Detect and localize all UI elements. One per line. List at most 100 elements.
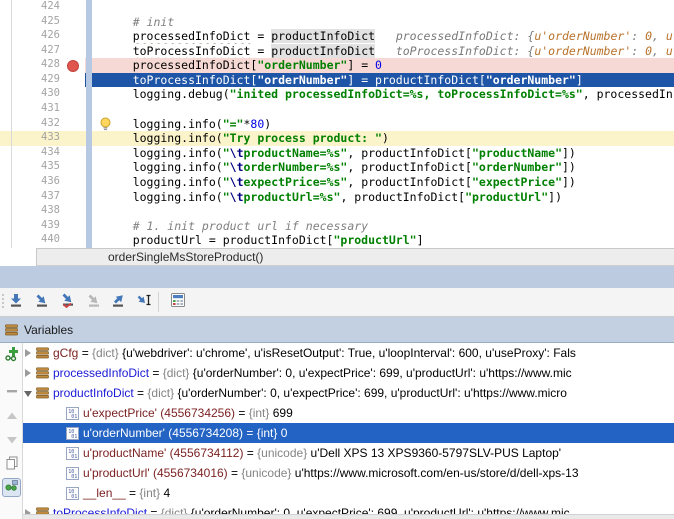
svg-text:01: 01 — [71, 494, 77, 500]
code-text[interactable]: # init — [85, 15, 674, 30]
code-text[interactable]: logging.info("="*80) — [85, 117, 674, 132]
move-down-button[interactable] — [2, 433, 21, 452]
force-step-into-button[interactable] — [84, 292, 104, 312]
gutter[interactable] — [60, 117, 85, 132]
code-text[interactable]: # 1. init product url if necessary — [85, 219, 674, 234]
code-token: expectPrice=%s" — [243, 174, 348, 189]
code-token: logging.info( — [105, 160, 223, 175]
show-execution-point-button[interactable] — [6, 292, 26, 312]
gutter[interactable] — [60, 29, 85, 44]
step-over-button[interactable] — [32, 292, 52, 312]
variable-row[interactable]: gCfg = {dict} {u'webdriver': u'chrome', … — [23, 343, 674, 363]
duplicate-watch-button[interactable] — [2, 456, 21, 475]
code-text[interactable]: logging.info("\tproductName=%s", product… — [85, 146, 674, 161]
variable-row[interactable]: 10 01 u'orderNumber' (4556734208) = {int}… — [23, 423, 674, 443]
horizontal-scrollbar[interactable] — [23, 514, 674, 519]
code-token: "orderNumber" — [485, 72, 576, 87]
gutter[interactable] — [60, 146, 85, 161]
code-line[interactable]: 434 logging.info("\tproductName=%s", pro… — [0, 146, 674, 161]
variable-row[interactable]: 10 01 u'productUrl' (4556734016) = {unico… — [23, 463, 674, 483]
code-line[interactable]: 435 logging.info("\torderNumber=%s", pro… — [0, 160, 674, 175]
move-up-button[interactable] — [2, 409, 21, 428]
gutter[interactable] — [60, 131, 85, 146]
code-text[interactable]: logging.debug("inited processedInfoDict=… — [85, 87, 674, 102]
run-to-cursor-button[interactable] — [134, 292, 154, 312]
code-text[interactable] — [85, 102, 674, 117]
step-out-icon — [110, 292, 126, 313]
gutter[interactable] — [60, 87, 85, 102]
code-text[interactable]: toProcessInfoDict["orderNumber"] = produ… — [85, 72, 674, 88]
gutter[interactable] — [60, 233, 85, 248]
variable-text: u'orderNumber' (4556734208) = {int} 0 — [83, 426, 287, 440]
variable-row[interactable]: 10 01 __len__ = {int} 4 — [23, 483, 674, 503]
code-text[interactable]: logging.info("\texpectPrice=%s", product… — [85, 175, 674, 190]
code-token: , productInfoDict[ — [347, 160, 472, 175]
evaluate-expression-button[interactable] — [168, 292, 188, 312]
code-line[interactable]: 429 toProcessInfoDict["orderNumber"] = p… — [0, 72, 674, 88]
variable-name: u'expectPrice' (4556734256) — [83, 406, 236, 420]
code-line[interactable]: 438 — [0, 204, 674, 219]
variables-icon — [5, 323, 18, 336]
variable-row[interactable]: 10 01 u'expectPrice' (4556734256) = {int}… — [23, 403, 674, 423]
gutter[interactable] — [60, 190, 85, 205]
intention-bulb-icon[interactable] — [99, 117, 112, 131]
dict-value-icon — [36, 387, 49, 399]
code-line[interactable]: 427 toProcessInfoDict = productInfoDict … — [0, 43, 674, 59]
step-out-button[interactable] — [108, 292, 128, 312]
code-line[interactable]: 425 # init — [0, 15, 674, 30]
step-into-my-code-button[interactable] — [58, 292, 78, 312]
code-line[interactable]: 426 processedInfoDict = productInfoDict … — [0, 29, 674, 44]
code-line[interactable]: 440 productUrl = productInfoDict["produc… — [0, 233, 674, 248]
code-line[interactable]: 436 logging.info("\texpectPrice=%s", pro… — [0, 175, 674, 190]
expand-arrow-icon[interactable] — [24, 368, 33, 378]
code-line[interactable]: 431 — [0, 102, 674, 117]
collapse-arrow-icon[interactable] — [24, 389, 33, 398]
code-line[interactable]: 439 # 1. init product url if necessary — [0, 219, 674, 234]
gutter[interactable] — [60, 102, 85, 117]
variable-value: 699 — [269, 406, 293, 420]
line-number: 428 — [41, 58, 60, 71]
code-line[interactable]: 428 processedInfoDict["orderNumber"] = 0 — [0, 58, 674, 73]
variable-row[interactable]: 10 01 u'productName' (4556734112) = {unic… — [23, 443, 674, 463]
code-text[interactable] — [85, 204, 674, 219]
remove-watch-button[interactable] — [2, 384, 21, 403]
gutter[interactable] — [60, 175, 85, 190]
code-editor[interactable]: 424 425 # init 426 processedInfoDict = pro… — [0, 0, 674, 248]
breakpoint-icon[interactable] — [66, 59, 79, 72]
gutter[interactable] — [60, 15, 85, 30]
code-line[interactable]: 430 logging.debug("inited processedInfoD… — [0, 87, 674, 102]
code-text[interactable]: logging.info("Try process product: ") — [85, 131, 674, 146]
gutter[interactable] — [60, 160, 85, 175]
variable-value: 4 — [160, 486, 171, 500]
show-watches-button[interactable] — [2, 478, 21, 497]
code-text[interactable]: logging.info("\torderNumber=%s", product… — [85, 160, 674, 175]
gutter[interactable] — [60, 219, 85, 234]
expand-arrow-icon[interactable] — [24, 348, 33, 358]
code-text[interactable]: processedInfoDict["orderNumber"] = 0 — [85, 58, 674, 73]
add-watch-button[interactable] — [2, 347, 21, 366]
gutter[interactable] — [60, 44, 85, 59]
debugger-context-bar: orderSingleMsStoreProduct() — [0, 248, 674, 266]
gutter[interactable] — [60, 73, 85, 88]
code-token: , — [652, 29, 666, 44]
code-text[interactable] — [85, 0, 674, 15]
code-token: logging.info( — [105, 174, 223, 189]
gutter[interactable] — [60, 204, 85, 219]
variable-row[interactable]: productInfoDict = {dict} {u'orderNumber'… — [23, 383, 674, 403]
gutter[interactable] — [60, 58, 85, 73]
code-token: ]) — [562, 174, 576, 189]
code-line[interactable]: 432 logging.info("="*80) — [0, 117, 674, 132]
code-text[interactable]: processedInfoDict = productInfoDict proc… — [85, 29, 674, 44]
gutter[interactable] — [60, 0, 85, 15]
force-step-into-icon — [86, 292, 102, 313]
code-text[interactable]: logging.info("\tproductUrl=%s", productI… — [85, 190, 674, 205]
code-line[interactable]: 437 logging.info("\tproductUrl=%s", prod… — [0, 190, 674, 205]
code-text[interactable]: productUrl = productInfoDict["productUrl… — [85, 233, 674, 248]
code-line[interactable]: 433 logging.info("Try process product: "… — [0, 131, 674, 146]
variable-row[interactable]: processedInfoDict = {dict} {u'orderNumbe… — [23, 363, 674, 383]
code-line[interactable]: 424 — [0, 0, 674, 15]
code-token: "inited processedInfoDict=%s, toProcessI… — [229, 87, 583, 102]
code-token: processedInfoDict: { — [395, 29, 535, 44]
code-text[interactable]: toProcessInfoDict = productInfoDict toPr… — [85, 43, 674, 59]
